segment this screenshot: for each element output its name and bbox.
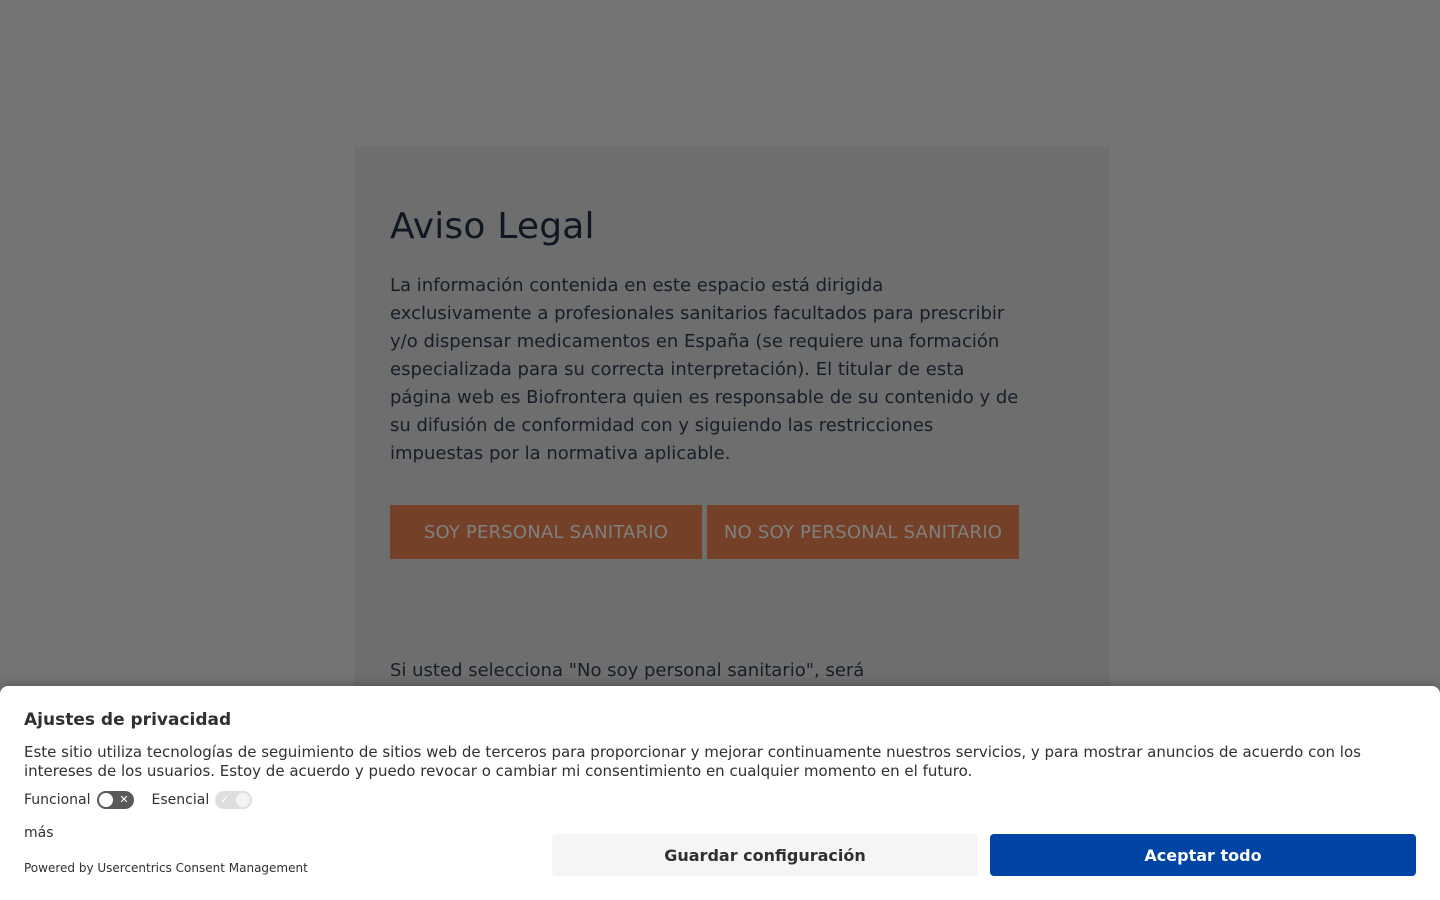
toggle-knob (98, 793, 113, 807)
toggle-funcional[interactable]: ✕ (96, 791, 134, 809)
check-icon: ✓ (220, 793, 230, 806)
consent-description: Este sitio utiliza tecnologías de seguim… (24, 743, 1361, 780)
powered-by-text: Powered by Usercentrics Consent Manageme… (24, 861, 308, 875)
accept-all-button[interactable]: Aceptar todo (990, 834, 1416, 876)
more-link[interactable]: más (24, 825, 54, 841)
toggle-label-funcional: Funcional (24, 792, 91, 808)
consent-title: Ajustes de privacidad (24, 710, 232, 730)
consent-toggle-row: Funcional ✕ Esencial ✓ (24, 791, 270, 809)
privacy-consent-banner: Ajustes de privacidad Este sitio utiliza… (0, 686, 1440, 900)
toggle-esencial: ✓ (215, 791, 253, 809)
save-settings-button[interactable]: Guardar configuración (552, 834, 978, 876)
close-icon: ✕ (119, 793, 129, 806)
toggle-knob (236, 793, 251, 807)
toggle-label-esencial: Esencial (151, 792, 210, 808)
